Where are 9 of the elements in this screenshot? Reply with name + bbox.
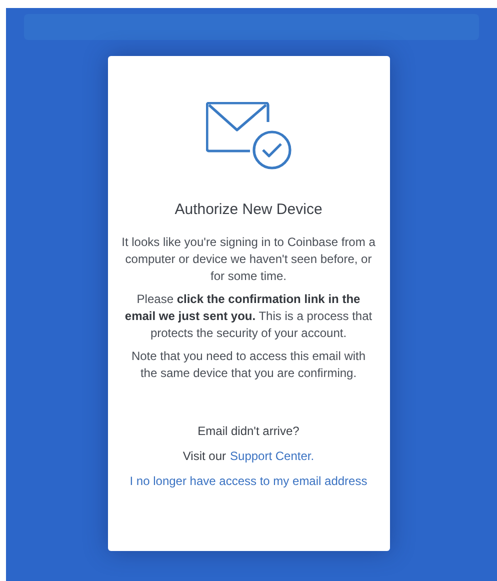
support-center-link[interactable]: Support Center. [230, 446, 314, 464]
body-paragraph: It looks like you're signing in to Coinbase from a computer or device we haven't seen before, or for some time. [122, 234, 376, 284]
body-paragraph: Please click the confirmation link in the email we just sent you. This is a process that protects the security of your account. [124, 290, 374, 342]
support-text: Visit our [182, 448, 226, 464]
help-question: Email didn't arrive? [198, 422, 300, 440]
dialog-title: Authorize New Device [174, 200, 322, 220]
no-access-link[interactable]: I no longer have access to my email address [130, 472, 368, 490]
envelope-check-icon [206, 102, 292, 170]
body-paragraph: Note that you need to access this email with the same device that you are confirming. [130, 348, 367, 382]
